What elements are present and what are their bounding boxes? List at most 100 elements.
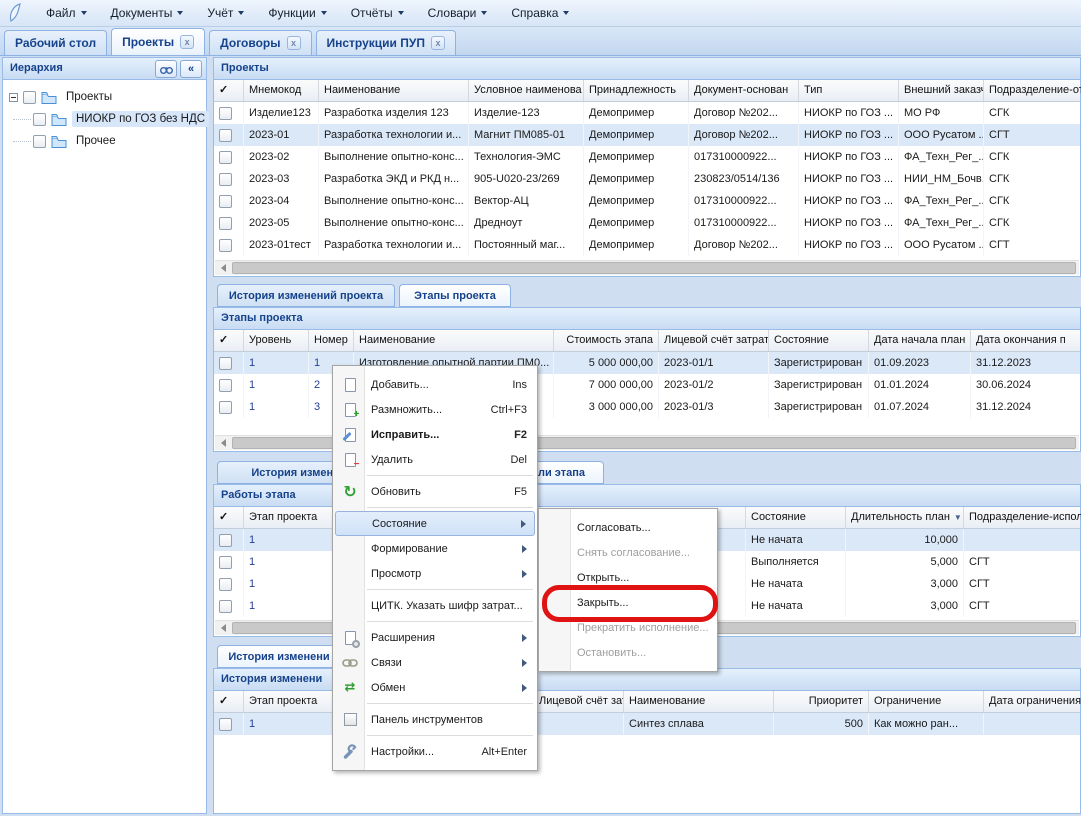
table-row[interactable]: Изделие123Разработка изделия 123Изделие-… [214,102,1080,124]
tab-История изменени[interactable]: История изменени [217,645,341,668]
select-all-header[interactable]: ✓ [214,330,244,351]
column-header[interactable]: Документ-основан [689,80,799,101]
column-header[interactable]: Подразделение-от [984,80,1081,101]
column-header[interactable]: Дата ограничения [984,691,1081,712]
column-header[interactable]: Условное наименова [469,80,584,101]
menu-item[interactable]: Открыть... [541,565,715,590]
menu-item[interactable]: Закрыть... [541,590,715,615]
row-checkbox[interactable] [219,217,232,230]
menubar-item[interactable]: Файл [34,3,99,23]
column-header[interactable]: Лицевой счёт затрат. [659,330,769,351]
tab-Инструкции ПУП[interactable]: Инструкции ПУПx [316,30,456,55]
column-header[interactable]: Стоимость этапа [554,330,659,351]
menubar-item[interactable]: Документы [99,3,196,23]
column-header[interactable]: Состояние [769,330,869,351]
column-header[interactable]: Мнемокод [244,80,319,101]
close-icon[interactable]: x [431,36,445,50]
row-checkbox[interactable] [219,107,232,120]
search-icon[interactable] [155,60,177,78]
tab-Договоры[interactable]: Договорыx [209,30,311,55]
tab-Рабочий стол[interactable]: Рабочий стол [4,30,107,55]
tree-node[interactable]: НИОКР по ГОЗ без НДС [5,108,204,130]
column-header[interactable]: Приоритет [774,691,869,712]
tree-checkbox[interactable] [33,113,46,126]
tree-checkbox[interactable] [33,135,46,148]
column-header[interactable]: Уровень [244,330,309,351]
tab-Этапы проекта[interactable]: Этапы проекта [399,284,511,307]
cell: 10,000 [846,529,964,551]
menu-item[interactable]: −УдалитьDel [335,447,535,472]
close-icon[interactable]: x [287,36,301,50]
tree-node[interactable]: Прочее [5,130,204,152]
table-row[interactable]: 2023-05Выполнение опытно-конс...Дредноут… [214,212,1080,234]
column-header[interactable]: Состояние [746,507,846,528]
menu-item[interactable]: ↻ОбновитьF5 [335,479,535,504]
scroll-left-icon[interactable] [215,436,231,450]
select-all-header[interactable]: ✓ [214,80,244,101]
menubar-item[interactable]: Отчёты [339,3,416,23]
column-header[interactable]: Дата начала план [869,330,971,351]
row-checkbox[interactable] [219,556,232,569]
select-all-header[interactable]: ✓ [214,691,244,712]
column-header[interactable]: Наименование [624,691,774,712]
tree-node[interactable]: Проекты [5,86,204,108]
scroll-left-icon[interactable] [215,261,231,275]
column-header[interactable]: Наименование [319,80,469,101]
column-header[interactable]: Внешний заказчик [899,80,984,101]
close-icon[interactable]: x [180,35,194,49]
column-header[interactable]: Подразделение-исполни [964,507,1081,528]
column-header[interactable]: Тип [799,80,899,101]
menu-item[interactable]: Формирование [335,536,535,561]
tab-Проекты[interactable]: Проектыx [111,28,205,55]
row-checkbox[interactable] [219,195,232,208]
row-checkbox[interactable] [219,578,232,591]
cell: Зарегистрирован [769,396,869,418]
menu-item[interactable]: Связи [335,650,535,675]
tree-checkbox[interactable] [23,91,36,104]
column-header[interactable]: Дата окончания п [971,330,1081,351]
row-checkbox[interactable] [219,129,232,142]
column-header[interactable]: Длительность план▼ [846,507,964,528]
menu-item[interactable]: +Размножить...Ctrl+F3 [335,397,535,422]
menu-item[interactable]: Расширения [335,625,535,650]
row-checkbox[interactable] [219,600,232,613]
menu-item[interactable]: ЦИТК. Указать шифр затрат... [335,593,535,618]
table-row[interactable]: 2023-02Выполнение опытно-конс...Технолог… [214,146,1080,168]
menu-item[interactable]: Панель инструментов [335,707,535,732]
column-header[interactable]: Принадлежность [584,80,689,101]
row-checkbox[interactable] [219,239,232,252]
menu-item[interactable]: Состояние [335,511,535,536]
tree-expander-icon[interactable] [9,93,18,102]
menubar-item[interactable]: Справка [499,3,581,23]
tab-История изменений проекта[interactable]: История изменений проекта [217,284,395,307]
collapse-panel-icon[interactable]: « [180,60,202,78]
row-checkbox[interactable] [219,173,232,186]
menu-item[interactable]: ⇄Обмен [335,675,535,700]
row-checkbox[interactable] [219,357,232,370]
menu-item[interactable]: Добавить...Ins [335,372,535,397]
menu-item[interactable]: Исправить...F2 [335,422,535,447]
scroll-left-icon[interactable] [215,621,231,635]
h-scrollbar[interactable] [215,260,1079,275]
table-row[interactable]: 2023-03Разработка ЭКД и РКД н...905-U020… [214,168,1080,190]
scroll-thumb[interactable] [232,262,1076,274]
select-all-header[interactable]: ✓ [214,507,244,528]
row-checkbox[interactable] [219,718,232,731]
row-checkbox[interactable] [219,379,232,392]
menubar-item[interactable]: Словари [416,3,500,23]
column-header[interactable]: Номер [309,330,354,351]
column-header[interactable]: Ограничение [869,691,984,712]
table-row[interactable]: 2023-01Разработка технологии и...Магнит … [214,124,1080,146]
row-checkbox[interactable] [219,401,232,414]
column-header[interactable]: Лицевой счёт затр [534,691,624,712]
table-row[interactable]: 2023-04Выполнение опытно-конс...Вектор-А… [214,190,1080,212]
menu-item[interactable]: Настройки...Alt+Enter [335,739,535,764]
row-checkbox[interactable] [219,151,232,164]
table-row[interactable]: 2023-01тестРазработка технологии и...Пос… [214,234,1080,256]
column-header[interactable]: Наименование [354,330,554,351]
menubar-item[interactable]: Функции [256,3,338,23]
menubar-item[interactable]: Учёт [195,3,256,23]
row-checkbox[interactable] [219,534,232,547]
menu-item[interactable]: Согласовать... [541,515,715,540]
menu-item[interactable]: Просмотр [335,561,535,586]
